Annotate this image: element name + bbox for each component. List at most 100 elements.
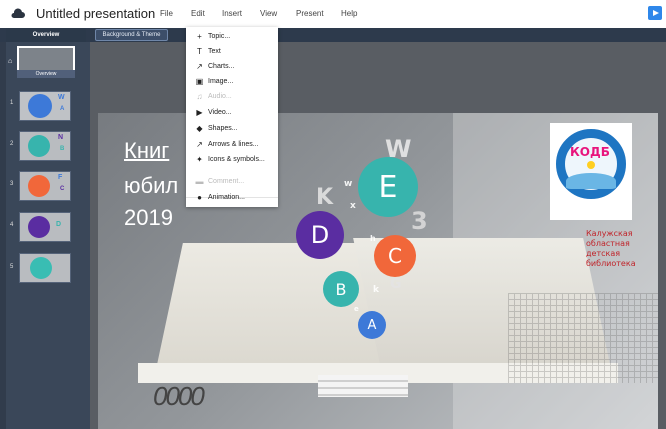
menu-item-icons-symbols[interactable]: ✦ Icons & symbols... (186, 152, 278, 167)
star-icon: ✦ (196, 155, 203, 164)
menu-item-topic[interactable]: + Topic... (186, 29, 278, 44)
slide-number: 3 (10, 181, 14, 187)
floating-letter: 3 (411, 207, 428, 235)
floating-letter: w (344, 179, 353, 189)
library-name-line: детская (586, 249, 621, 258)
image-icon: ▣ (195, 77, 204, 86)
menu-item-video[interactable]: ▶ Video... (186, 105, 278, 120)
thumb-letter: F (58, 174, 63, 181)
slide-canvas[interactable]: 0000 Книг юбил 2019 КОДБ Калужская облас… (98, 113, 658, 429)
thumb-circle (28, 135, 50, 157)
background-theme-button[interactable]: Background & Theme (95, 29, 168, 41)
thumb-circle (28, 175, 50, 197)
slide-number: 2 (10, 141, 14, 147)
animation-icon: ● (197, 193, 202, 202)
menu-item-label: Arrows & lines... (208, 141, 259, 148)
shapes-icon: ◆ (196, 124, 203, 133)
chart-icon: ↗ (196, 62, 203, 71)
slide-number: 4 (10, 222, 14, 228)
menu-item-text[interactable]: T Text (186, 44, 278, 59)
arrow-icon: ↗ (196, 140, 203, 149)
library-name[interactable]: Калужская областная детская библиотека (586, 229, 636, 269)
menu-edit[interactable]: Edit (191, 9, 205, 18)
top-menubar: Untitled presentation File Edit Insert V… (0, 0, 666, 28)
menu-item-audio: ♫ Audio... (186, 89, 278, 104)
library-name-line: областная (586, 239, 630, 248)
slide-thumbnail-4[interactable]: D (19, 212, 71, 242)
menu-item-label: Animation... (208, 194, 245, 201)
circle-c[interactable]: C (374, 235, 416, 277)
circle-d[interactable]: D (296, 211, 344, 259)
logo-flower-icon (587, 161, 595, 169)
menu-item-label: Video... (208, 109, 232, 116)
thumb-circle (28, 94, 52, 118)
slide-title-line-2[interactable]: юбил (124, 173, 178, 199)
thumb-letter: C (60, 186, 65, 192)
grid-texture (508, 293, 658, 383)
video-icon: ▶ (196, 108, 203, 117)
menu-item-image[interactable]: ▣ Image... (186, 74, 278, 89)
thumb-circle (30, 257, 52, 279)
menu-item-charts[interactable]: ↗ Charts... (186, 59, 278, 74)
menu-item-label: Icons & symbols... (208, 156, 265, 163)
menu-item-comment: ▬ Comment... (186, 174, 278, 189)
cloud-logo-icon[interactable] (11, 8, 25, 20)
slide-number: 1 (10, 100, 14, 106)
presentation-title[interactable]: Untitled presentation (36, 6, 155, 21)
text-icon: T (197, 47, 202, 56)
menu-item-label: Topic... (208, 33, 231, 40)
thumb-letter: W (58, 94, 65, 101)
slide-thumbnail-1[interactable]: W A (19, 91, 71, 121)
menu-insert[interactable]: Insert (222, 9, 242, 18)
circle-e[interactable]: E (358, 157, 418, 217)
thumb-letter: D (56, 221, 62, 228)
circle-b[interactable]: B (323, 271, 359, 307)
menu-item-label: Image... (208, 78, 234, 85)
thumb-letter: N (58, 134, 64, 141)
menu-view[interactable]: View (260, 9, 277, 18)
menu-file[interactable]: File (160, 9, 173, 18)
tab-overview[interactable]: Overview (6, 28, 86, 42)
comment-icon: ▬ (195, 177, 204, 186)
logo-book-icon (566, 173, 616, 189)
menu-item-label: Text (208, 48, 221, 55)
menu-item-label: Charts... (208, 63, 235, 70)
home-icon[interactable]: ⌂ (8, 58, 12, 65)
floating-letter: e (354, 305, 359, 313)
thumb-circle (28, 216, 50, 238)
menu-item-label: Audio... (208, 93, 232, 100)
sidebar-strip (0, 42, 6, 429)
menu-item-arrows-lines[interactable]: ↗ Arrows & lines... (186, 137, 278, 152)
menu-item-animation[interactable]: ● Animation... (186, 190, 278, 205)
thumb-letter: A (60, 106, 65, 112)
slide-thumbnail-2[interactable]: N B (19, 131, 71, 161)
floating-letter: K (316, 185, 334, 210)
present-play-button[interactable] (648, 6, 662, 20)
pens-decoration (318, 375, 408, 397)
logo-text: КОДБ (570, 145, 610, 159)
floating-letter: G (390, 276, 402, 292)
slide-thumbnail-5[interactable] (19, 253, 71, 283)
menu-present[interactable]: Present (296, 9, 324, 18)
circle-a[interactable]: A (358, 311, 386, 339)
insert-dropdown-menu: + Topic... T Text ↗ Charts... ▣ Image...… (186, 27, 278, 207)
menu-help[interactable]: Help (341, 9, 357, 18)
slide-title-line-3[interactable]: 2019 (124, 205, 173, 231)
library-logo[interactable]: КОДБ (550, 123, 632, 220)
library-name-line: библиотека (586, 259, 636, 268)
overview-thumbnail-label: Overview (17, 70, 75, 78)
slide-thumbnail-3[interactable]: F C (19, 171, 71, 201)
floating-letter: k (373, 285, 379, 295)
audio-icon: ♫ (196, 92, 203, 101)
floating-letter: h (370, 234, 376, 243)
menu-item-label: Shapes... (208, 125, 238, 132)
slide-number: 5 (10, 264, 14, 270)
library-name-line: Калужская (586, 229, 633, 238)
thumb-letter: B (60, 146, 65, 152)
menu-item-shapes[interactable]: ◆ Shapes... (186, 121, 278, 136)
slide-title-line-1[interactable]: Книг (124, 138, 169, 164)
menu-item-label: Comment... (208, 178, 245, 185)
plus-icon: + (197, 32, 202, 41)
paperclips-decoration: 0000 (153, 381, 205, 411)
floating-letter: x (350, 201, 356, 211)
